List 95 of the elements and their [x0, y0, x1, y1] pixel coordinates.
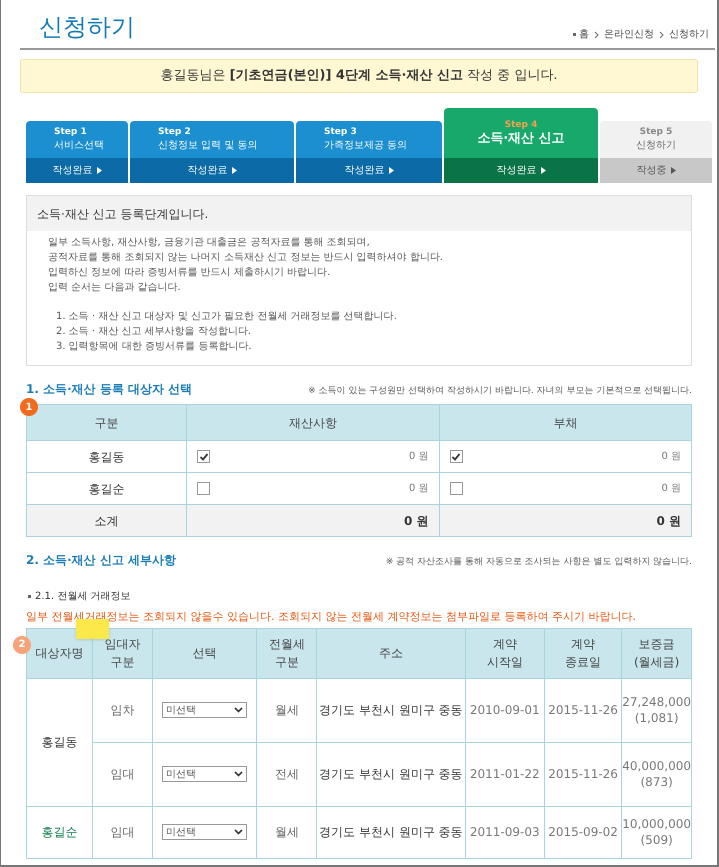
- column-header: 계약 시작일: [465, 628, 544, 678]
- chevron-down-icon: [234, 771, 244, 777]
- amount-text: 0 원: [661, 482, 681, 496]
- table-cell: 0 원: [186, 504, 439, 536]
- breadcrumb-link[interactable]: 신청하기: [669, 27, 709, 42]
- status-text: 홍길동님은 [기초연금(본인)] 4단계 소득·재산 신고 작성 중 입니다.: [160, 67, 558, 86]
- table-cell: 전세: [256, 742, 317, 806]
- table-cell: 경기도 부천시 원미구 중동: [316, 678, 466, 742]
- step-name: 신청정보 입력 및 동의: [158, 138, 259, 152]
- triangle-icon: [670, 167, 676, 174]
- step-name: 소득·재산 신고: [477, 131, 565, 147]
- table-cell: 홍길순: [26, 806, 93, 858]
- amount-text: 0 원: [408, 450, 428, 464]
- column-header: 재산사항: [186, 404, 439, 440]
- monthly-rent: (509): [640, 832, 674, 848]
- step-name: 가족정보제공 동의: [324, 138, 408, 152]
- table-cell: 2015-09-02: [544, 806, 622, 858]
- step-name: 서비스선택: [54, 138, 105, 152]
- table-cell: 소계: [26, 504, 186, 536]
- step-status: 작성중: [636, 164, 666, 178]
- step-badge: 1: [20, 398, 38, 416]
- step-label: Step 5: [640, 126, 672, 138]
- table-cell: 2010-09-01: [465, 678, 544, 742]
- column-header: 임대자 구분: [92, 628, 152, 678]
- table-cell: 경기도 부천시 원미구 중동: [316, 806, 466, 858]
- amount-text: 0 원: [661, 450, 681, 464]
- table-cell: 0 원: [439, 504, 692, 536]
- table-cell: 홍길동: [26, 678, 93, 806]
- triangle-icon: [540, 167, 546, 174]
- bullet-icon: [28, 595, 31, 598]
- checkbox[interactable]: [450, 482, 462, 495]
- column-header: 전월세 구분: [256, 628, 317, 678]
- dropdown[interactable]: 미선택: [162, 824, 248, 840]
- info-heading: 소득·재산 신고 등록단계입니다.: [37, 206, 208, 222]
- dropdown[interactable]: 미선택: [162, 702, 248, 718]
- info-step: 3. 입력항목에 대한 증빙서류를 등록합니다.: [56, 339, 670, 354]
- column-header: 보증금 (월세금): [622, 628, 692, 678]
- chevron-right-icon: [594, 30, 599, 38]
- step-label: Step 4: [504, 119, 538, 131]
- table-cell: 월세: [256, 806, 317, 858]
- table-cell: 경기도 부천시 원미구 중동: [316, 742, 466, 806]
- step-status: 작성완료: [496, 164, 536, 178]
- checkbox[interactable]: [197, 450, 210, 463]
- table-cell: 2015-11-26: [544, 678, 622, 742]
- triangle-icon: [96, 167, 102, 174]
- column-header: 선택: [152, 628, 257, 678]
- table-cell: 임대: [92, 806, 152, 858]
- checkbox[interactable]: [197, 482, 210, 495]
- bullet-icon: [573, 33, 576, 36]
- table-cell: 임대: [92, 742, 152, 806]
- dropdown[interactable]: 미선택: [162, 766, 248, 782]
- info-text: 공적자료를 통해 조회되지 않는 나머지 소득재산 신고 정보는 반드시 입력하셔야 합니다.: [48, 251, 444, 265]
- amount-text: 0 원: [408, 482, 428, 496]
- table-cell: 2011-01-22: [465, 742, 544, 806]
- table-cell: 2011-09-03: [465, 806, 544, 858]
- breadcrumb-link[interactable]: 홈: [579, 27, 589, 42]
- section-note: ※ 소득이 있는 구성원만 선택하여 작성하시기 바랍니다. 자녀의 부모는 기본적으로 선택됩니다.: [308, 384, 692, 398]
- info-text: 입력하신 정보에 따라 증빙서류를 반드시 제출하시기 바랍니다.: [48, 266, 332, 280]
- table-cell: 월세: [256, 678, 317, 742]
- breadcrumb-link[interactable]: 온라인신청: [604, 27, 654, 42]
- column-header: 주소: [316, 628, 466, 678]
- section-title: 1. 소득·재산 등록 대상자 선택: [26, 381, 192, 398]
- deposit-amount: 27,248,000: [622, 694, 691, 710]
- info-step: 2. 소득 · 재산 신고 세부사항을 작성합니다.: [56, 324, 670, 339]
- table-cell: 임차: [92, 678, 152, 742]
- step-badge: 2: [13, 636, 31, 654]
- column-header: 부채: [439, 404, 692, 440]
- deposit-amount: 10,000,000: [622, 816, 691, 832]
- step-name: 신청하기: [636, 138, 676, 152]
- info-text: 일부 소득사항, 재산사항, 금융기관 대출금은 공적자료를 통해 조회되며,: [48, 236, 371, 250]
- monthly-rent: (873): [640, 774, 674, 790]
- step-status: 작성완료: [52, 164, 92, 178]
- checkbox[interactable]: [450, 450, 462, 463]
- triangle-icon: [388, 167, 394, 174]
- section-note: ※ 공적 자산조사를 통해 자동으로 조사되는 사항은 별도 입력하지 않습니다.: [386, 556, 692, 568]
- chevron-down-icon: [234, 829, 244, 835]
- step-status: 작성완료: [344, 164, 384, 178]
- step-label: Step 3: [324, 126, 358, 138]
- chevron-right-icon: [659, 30, 664, 38]
- subsection-title: 2.1. 전월세 거래정보: [35, 590, 130, 604]
- step-label: Step 1: [54, 126, 88, 138]
- page-title: 신청하기: [39, 12, 135, 42]
- monthly-rent: (1,081): [634, 710, 680, 726]
- table-cell: 2015-11-26: [544, 742, 622, 806]
- chevron-down-icon: [234, 707, 244, 713]
- step-label: Step 2: [158, 126, 192, 138]
- column-header: 대상자명: [26, 628, 93, 678]
- deposit-amount: 40,000,000: [622, 758, 691, 774]
- step-status: 작성완료: [188, 164, 228, 178]
- triangle-icon: [232, 167, 236, 174]
- info-text: 입력 순서는 다음과 같습니다.: [48, 281, 182, 295]
- table-cell: 홍길동: [26, 440, 186, 472]
- column-header: 계약 종료일: [544, 628, 622, 678]
- info-step: 1. 소득 · 재산 신고 대상자 및 신고가 필요한 전월세 거래정보를 선택합니다.: [56, 309, 670, 324]
- section-title: 2. 소득·재산 신고 세부사항: [26, 552, 176, 569]
